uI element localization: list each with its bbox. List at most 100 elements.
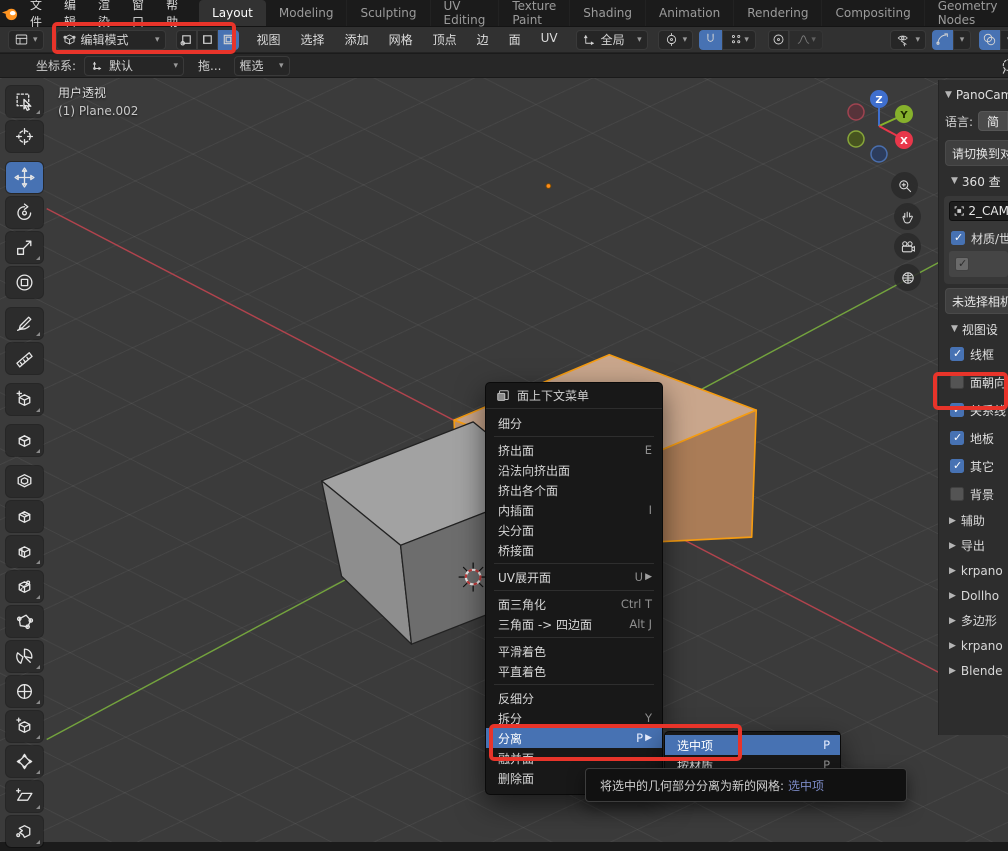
viewport-3d[interactable]: 用户透视 (1) Plane.002 Z Y X (0, 78, 1008, 842)
sidebar-section-6[interactable]: ▼视图设 (939, 318, 1008, 340)
transform-tool[interactable] (6, 267, 43, 298)
proportional-editing-toggle[interactable] (768, 30, 789, 50)
checkbox[interactable] (950, 347, 964, 361)
context-menu-item-14[interactable]: 平滑着色 (486, 641, 662, 661)
sidebar-collapsed-17[interactable]: ▶多边形 (939, 608, 1008, 633)
context-menu-item-6[interactable]: 尖分面 (486, 520, 662, 540)
context-menu-item-7[interactable]: 桥接面 (486, 540, 662, 560)
pan-hand-button[interactable] (894, 203, 921, 230)
face-select-button[interactable] (218, 30, 239, 50)
context-menu-item-19[interactable]: 分离P▶ (486, 728, 662, 748)
gizmos-toggle[interactable] (932, 30, 953, 50)
show-gizmo-dropdown[interactable]: ▾ (890, 30, 926, 50)
app-menu-0[interactable]: 文件 (19, 0, 53, 26)
app-menu-4[interactable]: 帮助 (155, 0, 189, 26)
camera-object-field[interactable]: 2_CAM (949, 201, 1008, 221)
separate-submenu-item-0[interactable]: 选中项P (665, 735, 840, 755)
context-menu-item-17[interactable]: 反细分 (486, 688, 662, 708)
shear-tool[interactable] (6, 781, 43, 812)
proportional-falloff-dropdown[interactable]: ▾ (789, 30, 823, 50)
sidebar-check-其它[interactable]: 其它 (939, 452, 1008, 480)
context-menu-item-15[interactable]: 平直着色 (486, 661, 662, 681)
sidebar-button-2[interactable]: 请切换到对 (945, 140, 1008, 166)
sidebar-collapsed-18[interactable]: ▶krpano (939, 633, 1008, 658)
edge-slide-tool[interactable] (6, 711, 43, 742)
edge-select-button[interactable] (197, 30, 218, 50)
sidebar-check-关系线[interactable]: 关系线 (939, 396, 1008, 424)
rip-region-tool[interactable] (6, 816, 43, 847)
sidebar-collapsed-16[interactable]: ▶Dollho (939, 583, 1008, 608)
workspace-tab-sculpting[interactable]: Sculpting (347, 0, 430, 26)
language-value-button[interactable]: 简 (978, 111, 1008, 131)
viewport-menu-6[interactable]: 面 (499, 31, 531, 48)
app-menu-1[interactable]: 编辑 (53, 0, 87, 26)
context-menu-item-20[interactable]: 融并面 (486, 748, 662, 768)
context-menu-item-3[interactable]: 沿法向挤出面 (486, 460, 662, 480)
viewport-menu-5[interactable]: 边 (467, 31, 499, 48)
workspace-tab-shading[interactable]: Shading (570, 0, 646, 26)
context-menu-item-2[interactable]: 挤出面E (486, 440, 662, 460)
sidebar-section-3[interactable]: ▼360 查 (939, 170, 1008, 192)
app-menu-2[interactable]: 渲染 (87, 0, 121, 26)
mode-selector[interactable]: 编辑模式 ▾ (56, 30, 166, 50)
context-menu-item-9[interactable]: UV展开面U▶ (486, 567, 662, 587)
viewport-menu-1[interactable]: 选择 (291, 31, 335, 48)
workspace-tab-animation[interactable]: Animation (646, 0, 734, 26)
lasso-partial-icon[interactable] (997, 57, 1008, 75)
vertex-select-button[interactable] (176, 30, 197, 50)
rotate-tool[interactable] (6, 197, 43, 228)
inset-faces-tool[interactable] (6, 466, 43, 497)
workspace-tab-rendering[interactable]: Rendering (734, 0, 822, 26)
context-menu-item-4[interactable]: 挤出各个面 (486, 480, 662, 500)
context-menu-item-0[interactable]: 细分 (486, 413, 662, 433)
sidebar-check-线框[interactable]: 线框 (939, 340, 1008, 368)
gizmos-dropdown[interactable]: ▾ (953, 30, 971, 50)
axis-neg-y-handle[interactable] (848, 131, 864, 147)
axis-neg-x-handle[interactable] (848, 104, 864, 120)
workspace-tab-geometry-nodes[interactable]: Geometry Nodes (925, 0, 1008, 26)
bevel-tool[interactable] (6, 501, 43, 532)
blender-logo-icon[interactable] (0, 0, 19, 26)
viewport-menu-0[interactable]: 视图 (247, 31, 291, 48)
select-mode-dropdown[interactable]: 框选 ▾ (234, 56, 290, 76)
extrude-tool[interactable] (6, 425, 43, 456)
axis-gizmo[interactable]: Z Y X (843, 84, 919, 170)
annotate-tool[interactable] (6, 308, 43, 339)
sidebar-collapsed-15[interactable]: ▶krpano (939, 558, 1008, 583)
zoom-button[interactable] (891, 172, 918, 199)
sidebar-collapsed-14[interactable]: ▶导出 (939, 533, 1008, 558)
spin-tool[interactable] (6, 641, 43, 672)
checkbox[interactable] (950, 431, 964, 445)
shrink-fatten-tool[interactable] (6, 746, 43, 777)
workspace-tab-compositing[interactable]: Compositing (822, 0, 924, 26)
sidebar-button-5[interactable]: 未选择相机 (945, 288, 1008, 314)
checkbox[interactable] (950, 459, 964, 473)
add-cube-tool[interactable] (6, 384, 43, 415)
measure-tool[interactable] (6, 343, 43, 374)
scale-tool[interactable] (6, 232, 43, 263)
transform-orientation-dropdown[interactable]: 全局 ▾ (576, 30, 648, 50)
knife-tool[interactable] (6, 571, 43, 602)
sidebar-collapsed-13[interactable]: ▶辅助 (939, 508, 1008, 533)
orthographic-toggle-button[interactable] (894, 264, 921, 291)
sidebar-section-0[interactable]: ▼PanoCam (939, 84, 1008, 106)
cursor-tool[interactable] (6, 121, 43, 152)
app-menu-3[interactable]: 窗口 (121, 0, 155, 26)
snap-options-dropdown[interactable]: ▾ (722, 30, 756, 50)
context-menu-item-18[interactable]: 拆分Y (486, 708, 662, 728)
overlays-dropdown[interactable]: ▾ (1000, 30, 1008, 50)
context-menu-item-11[interactable]: 面三角化Ctrl T (486, 594, 662, 614)
smooth-tool[interactable] (6, 676, 43, 707)
checkbox[interactable] (955, 257, 969, 271)
sidebar-check-地板[interactable]: 地板 (939, 424, 1008, 452)
context-menu-item-5[interactable]: 内插面I (486, 500, 662, 520)
editor-type-button[interactable]: ▾ (8, 30, 44, 50)
workspace-tab-uv-editing[interactable]: UV Editing (431, 0, 500, 26)
axis-neg-z-handle[interactable] (871, 146, 887, 162)
viewport-menu-3[interactable]: 网格 (379, 31, 423, 48)
context-menu-item-12[interactable]: 三角面 -> 四边面Alt J (486, 614, 662, 634)
checkbox[interactable] (951, 231, 965, 245)
checkbox[interactable] (950, 403, 964, 417)
snap-target-dropdown[interactable]: ▾ (658, 30, 694, 50)
viewport-menu-2[interactable]: 添加 (335, 31, 379, 48)
